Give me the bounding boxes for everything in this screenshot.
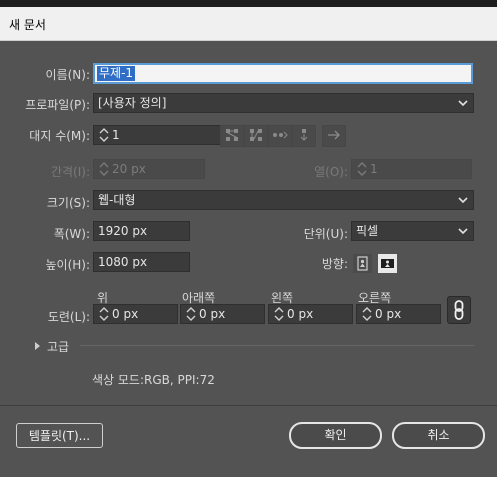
- chevron-down-icon: [458, 228, 468, 235]
- bleed-right-stepper-icon[interactable]: [361, 305, 373, 323]
- artboards-value: 1: [112, 128, 120, 142]
- profile-select[interactable]: [사용자 정의]: [93, 93, 474, 113]
- units-value: 픽셀: [356, 224, 379, 238]
- spacing-value: 20 px: [112, 162, 146, 176]
- units-select[interactable]: 픽셀: [351, 221, 474, 241]
- cancel-button[interactable]: 취소: [392, 422, 485, 449]
- size-label: 크기(S):: [46, 196, 90, 210]
- spacing-label: 간격(I):: [50, 165, 90, 179]
- units-label: 단위(U):: [303, 227, 348, 241]
- section-divider: [80, 345, 474, 346]
- footer-divider: [0, 405, 497, 406]
- portrait-icon[interactable]: [353, 254, 372, 273]
- grid-by-row-icon[interactable]: [220, 125, 244, 147]
- size-select[interactable]: 웹-대형: [93, 190, 474, 210]
- color-mode-info: 색상 모드:RGB, PPI:72: [92, 373, 215, 387]
- grid-by-column-icon[interactable]: [244, 125, 268, 147]
- title-bar: 새 문서: [0, 7, 497, 41]
- bleed-top-stepper-icon[interactable]: [98, 305, 110, 323]
- advanced-label[interactable]: 고급: [47, 338, 69, 355]
- bleed-bottom-stepper-icon[interactable]: [185, 305, 197, 323]
- name-input[interactable]: 무제-1: [93, 63, 473, 84]
- height-field[interactable]: 1080 px: [93, 252, 190, 272]
- width-value: 1920 px: [98, 224, 148, 238]
- profile-value: [사용자 정의]: [98, 96, 167, 110]
- columns-stepper-icon: [356, 160, 368, 178]
- height-value: 1080 px: [98, 255, 148, 269]
- orientation-label: 방향:: [321, 257, 348, 271]
- bleed-label: 도련(L):: [47, 310, 90, 324]
- artboards-field[interactable]: 1: [93, 125, 221, 145]
- bleed-right-value: 0 px: [375, 307, 402, 321]
- landscape-icon[interactable]: [378, 254, 397, 273]
- arrange-by-column-icon[interactable]: [292, 125, 316, 147]
- bleed-left-stepper-icon[interactable]: [273, 305, 285, 323]
- columns-field[interactable]: 1: [351, 159, 472, 179]
- caret-right-icon[interactable]: [34, 340, 41, 354]
- left-to-right-icon[interactable]: [322, 125, 346, 147]
- height-label: 높이(H):: [45, 258, 90, 272]
- bleed-top-value: 0 px: [112, 307, 139, 321]
- arrange-by-row-icon[interactable]: [268, 125, 292, 147]
- chevron-down-icon: [458, 100, 468, 107]
- templates-button[interactable]: 템플릿(T)...: [16, 423, 103, 448]
- bleed-left-value: 0 px: [287, 307, 314, 321]
- window-title: 새 문서: [9, 18, 46, 32]
- width-label: 폭(W):: [53, 227, 90, 241]
- name-value: 무제-1: [97, 66, 136, 81]
- link-bleed-icon[interactable]: [447, 296, 471, 324]
- profile-label: 프로파일(P):: [25, 98, 90, 112]
- artboards-label: 대지 수(M):: [29, 129, 90, 143]
- width-field[interactable]: 1920 px: [93, 221, 190, 241]
- new-document-dialog: 이름(N): 무제-1 프로파일(P): [사용자 정의] 대지 수(M): 1…: [0, 41, 497, 477]
- ok-button[interactable]: 확인: [289, 422, 382, 449]
- name-label: 이름(N):: [45, 68, 90, 82]
- bleed-bottom-value: 0 px: [199, 307, 226, 321]
- top-strip: [0, 0, 497, 7]
- size-value: 웹-대형: [98, 193, 136, 207]
- artboards-stepper-icon[interactable]: [98, 126, 110, 144]
- chevron-down-icon: [458, 197, 468, 204]
- columns-value: 1: [370, 162, 378, 176]
- spacing-stepper-icon: [98, 160, 110, 178]
- columns-label: 열(O):: [314, 165, 348, 179]
